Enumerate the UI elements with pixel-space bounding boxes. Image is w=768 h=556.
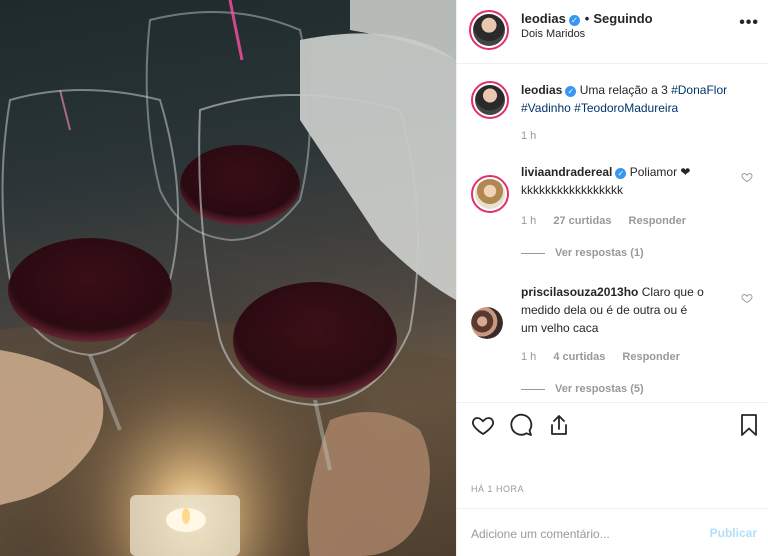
like-heart-icon[interactable] <box>471 413 495 437</box>
wine-glasses-image <box>0 0 456 556</box>
comment-body-line2: kkkkkkkkkkkkkkkkk <box>521 183 623 197</box>
hashtag-link[interactable]: #TeodoroMadureira <box>574 101 678 115</box>
verified-badge-icon: ✓ <box>568 15 580 26</box>
caption-time[interactable]: 1 h <box>521 130 536 142</box>
like-comment-heart-icon[interactable] <box>741 292 753 304</box>
comment-meta: 1 h 27 curtidas Responder <box>521 215 700 227</box>
save-bookmark-icon[interactable] <box>737 413 761 437</box>
hashtag-link[interactable]: #DonaFlor <box>671 83 727 97</box>
caption-meta: 1 h <box>521 130 550 142</box>
comment-time[interactable]: 1 h <box>521 351 536 363</box>
verified-badge-icon: ✓ <box>565 86 577 97</box>
comment-item: priscilasouza2013ho Claro que o medido d… <box>471 283 761 403</box>
verified-badge-icon: ✓ <box>615 168 627 179</box>
caption-body: Uma relação a 3 <box>579 83 668 97</box>
caption-username[interactable]: leodias <box>521 83 562 97</box>
post-location[interactable]: Dois Maridos <box>521 28 585 40</box>
comments-list: leodias ✓ Uma relação a 3 #DonaFlor #Vadi… <box>457 64 768 402</box>
commenter-avatar[interactable] <box>471 175 509 213</box>
view-replies-label: Ver respostas (5) <box>555 383 644 395</box>
comment-text: liviaandradereal ✓ Poliamor ❤ kkkkkkkkkkk… <box>521 163 741 199</box>
commenter-username[interactable]: priscilasouza2013ho <box>521 285 638 299</box>
commenter-username[interactable]: liviaandradereal <box>521 165 612 179</box>
caption-avatar[interactable] <box>471 81 509 119</box>
post-actions-bar <box>457 402 768 446</box>
post-header: leodias ✓ • Seguindo Dois Maridos ••• <box>457 0 768 64</box>
comment-input[interactable] <box>471 525 691 543</box>
post-timestamp[interactable]: HÁ 1 HORA <box>471 484 524 494</box>
more-options-icon[interactable]: ••• <box>739 14 759 32</box>
replies-divider-line <box>521 252 545 254</box>
comment-text: priscilasouza2013ho Claro que o medido d… <box>521 283 733 337</box>
publish-button[interactable]: Publicar <box>710 526 757 540</box>
comment-likes[interactable]: 4 curtidas <box>553 351 605 363</box>
view-replies-label: Ver respostas (1) <box>555 247 644 259</box>
comment-meta: 1 h 4 curtidas Responder <box>521 351 694 363</box>
comment-bubble-icon[interactable] <box>509 413 533 437</box>
share-icon[interactable] <box>547 413 571 437</box>
comment-item: liviaandradereal ✓ Poliamor ❤ kkkkkkkkkkk… <box>471 163 761 273</box>
comment-body-line1: Claro que o <box>641 285 704 299</box>
comment-body-line1: Poliamor ❤ <box>629 165 691 179</box>
following-button[interactable]: Seguindo <box>593 11 652 26</box>
add-comment-bar: Publicar <box>457 508 768 556</box>
comment-body-line3: um velho caca <box>521 321 599 335</box>
header-username-row: leodias ✓ • Seguindo <box>521 11 653 26</box>
follow-separator: • <box>584 11 590 26</box>
instagram-post-modal: leodias ✓ • Seguindo Dois Maridos ••• leodi… <box>0 0 768 556</box>
view-replies-button[interactable]: Ver respostas (5) <box>521 383 644 395</box>
caption: leodias ✓ Uma relação a 3 #DonaFlor #Vadi… <box>471 79 761 159</box>
author-username[interactable]: leodias <box>521 11 566 26</box>
post-side-panel: leodias ✓ • Seguindo Dois Maridos ••• leodi… <box>456 0 768 556</box>
hashtag-link[interactable]: #Vadinho <box>521 101 571 115</box>
post-photo[interactable] <box>0 0 456 556</box>
comment-body-line2: medido dela ou é de outra ou é <box>521 303 688 317</box>
commenter-avatar[interactable] <box>471 307 503 339</box>
replies-divider-line <box>521 388 545 390</box>
comment-likes[interactable]: 27 curtidas <box>553 215 611 227</box>
caption-text: leodias ✓ Uma relação a 3 #DonaFlor #Vadi… <box>521 81 761 117</box>
comment-time[interactable]: 1 h <box>521 215 536 227</box>
author-avatar[interactable] <box>469 10 509 50</box>
like-comment-heart-icon[interactable] <box>741 171 753 183</box>
reply-button[interactable]: Responder <box>629 215 686 227</box>
reply-button[interactable]: Responder <box>622 351 679 363</box>
view-replies-button[interactable]: Ver respostas (1) <box>521 247 644 259</box>
